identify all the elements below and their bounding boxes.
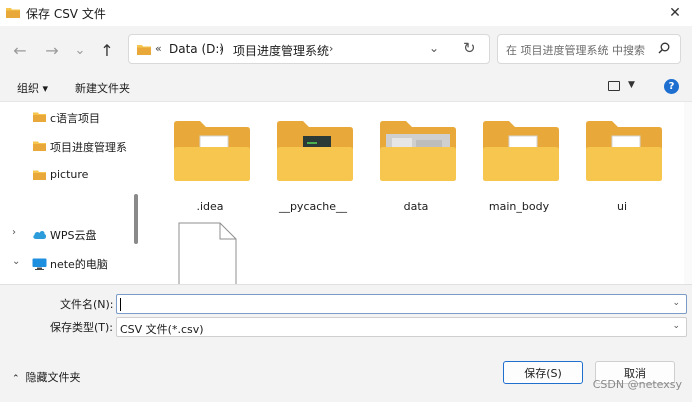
new-folder-button[interactable]: 新建文件夹 — [75, 80, 130, 96]
filename-input[interactable] — [117, 295, 686, 313]
file-icon[interactable] — [178, 222, 238, 284]
back-button[interactable]: ← — [10, 40, 30, 60]
search-icon[interactable] — [658, 42, 670, 54]
chevron-down-icon[interactable]: ⌄ — [12, 256, 20, 267]
sidebar-item-wps-cloud[interactable]: › WPS云盘 — [0, 222, 132, 246]
save-button[interactable]: 保存(S) — [503, 361, 583, 384]
folder-item[interactable]: .idea — [160, 114, 260, 224]
folder-doc-icon — [483, 121, 559, 181]
folder-icon — [33, 170, 46, 180]
filetype-value: CSV 文件(*.csv) — [120, 323, 204, 336]
folder-icon — [137, 45, 151, 55]
folder-name: __pycache__ — [278, 200, 348, 213]
sidebar-item-label: picture — [50, 168, 89, 181]
watermark: CSDN @netexsy — [592, 378, 682, 391]
search-input[interactable]: 在 项目进度管理系统 中搜索 — [506, 42, 645, 58]
up-button[interactable]: ↑ — [97, 40, 117, 60]
recent-locations-button[interactable]: ⌄ — [70, 40, 90, 60]
organize-menu[interactable]: 组织 ▾ — [17, 80, 48, 96]
view-dropdown-button[interactable]: ▼ — [628, 80, 635, 90]
cloud-icon — [33, 231, 47, 239]
filetype-label: 保存类型(T): — [50, 321, 114, 334]
address-dropdown-button[interactable]: ⌄ — [429, 41, 439, 55]
sidebar-scrollbar[interactable] — [134, 194, 138, 244]
filetype-select[interactable]: CSV 文件(*.csv) ⌄ — [116, 317, 687, 337]
chevron-right-icon: › — [329, 42, 334, 55]
command-bar: 组织 ▾ 新建文件夹 ▼ ? — [0, 72, 692, 102]
folder-icon — [6, 8, 20, 18]
folder-doc-icon — [586, 121, 662, 181]
folder-item[interactable]: main_body — [469, 114, 569, 224]
address-segment-folder[interactable]: 项目进度管理系统 — [233, 42, 329, 59]
save-form: 文件名(N): ⌄ 保存类型(T): CSV 文件(*.csv) ⌄ ⌃ 隐藏文件… — [0, 284, 692, 402]
chevron-right-icon[interactable]: › — [12, 227, 16, 238]
sidebar-item-label: nete的电脑 — [50, 258, 108, 271]
help-icon[interactable]: ? — [664, 79, 679, 94]
address-overflow[interactable]: « — [155, 42, 162, 55]
close-button[interactable]: ✕ — [658, 0, 692, 26]
file-list: .idea __pycache__ data main_body ui — [142, 102, 682, 284]
folder-name: .idea — [196, 200, 224, 213]
folder-name: data — [403, 200, 429, 213]
sidebar-item-label: 项目进度管理系 — [50, 141, 127, 154]
forward-button[interactable]: → — [42, 40, 62, 60]
folder-pycache-icon — [277, 121, 353, 181]
folder-item[interactable]: ui — [572, 114, 672, 224]
folder-doc-icon — [174, 121, 250, 181]
sidebar-item-c-projects[interactable]: c语言项目 — [0, 105, 132, 129]
folder-data-icon — [380, 121, 456, 181]
sidebar-item-this-pc[interactable]: ⌄ nete的电脑 — [0, 251, 132, 275]
window-title: 保存 CSV 文件 — [26, 7, 106, 21]
sidebar-item-label: c语言项目 — [50, 112, 101, 125]
sidebar-item-label: WPS云盘 — [50, 229, 97, 242]
navigation-bar: ← → ⌄ ↑ « Data (D:) › 项目进度管理系统 › ⌄ ↻ 在 项… — [0, 26, 692, 72]
view-icon[interactable] — [608, 81, 620, 91]
folder-item[interactable]: __pycache__ — [263, 114, 363, 224]
folder-icon — [33, 112, 46, 122]
chevron-down-icon[interactable]: ⌄ — [672, 298, 680, 308]
chevron-up-icon: ⌃ — [12, 374, 20, 384]
folder-name: main_body — [488, 200, 550, 213]
chevron-down-icon[interactable]: ⌄ — [672, 321, 680, 331]
refresh-button[interactable]: ↻ — [463, 39, 476, 57]
hide-folders-toggle[interactable]: ⌃ 隐藏文件夹 — [12, 369, 81, 385]
folder-name: ui — [616, 200, 628, 213]
search-box[interactable]: 在 项目进度管理系统 中搜索 — [497, 34, 681, 64]
text-caret — [120, 298, 121, 311]
address-segment-drive[interactable]: Data (D:) — [169, 42, 224, 56]
folder-icon — [33, 141, 46, 151]
address-bar[interactable]: « Data (D:) › 项目进度管理系统 › ⌄ ↻ — [128, 34, 490, 64]
navigation-pane: c语言项目 项目进度管理系 picture › WPS云盘 ⌄ nete的电脑 — [0, 102, 140, 284]
sidebar-item-project-folder[interactable]: 项目进度管理系 — [0, 134, 132, 158]
chevron-right-icon: › — [219, 42, 224, 55]
hide-folders-label: 隐藏文件夹 — [25, 371, 81, 384]
title-bar: 保存 CSV 文件 ✕ — [0, 0, 692, 26]
folder-item[interactable]: data — [366, 114, 466, 224]
filename-label: 文件名(N): — [60, 298, 114, 311]
filename-field[interactable]: ⌄ — [116, 294, 687, 314]
file-list-scrollbar[interactable] — [684, 102, 692, 284]
computer-icon — [32, 258, 47, 270]
sidebar-item-picture[interactable]: picture — [0, 163, 132, 187]
